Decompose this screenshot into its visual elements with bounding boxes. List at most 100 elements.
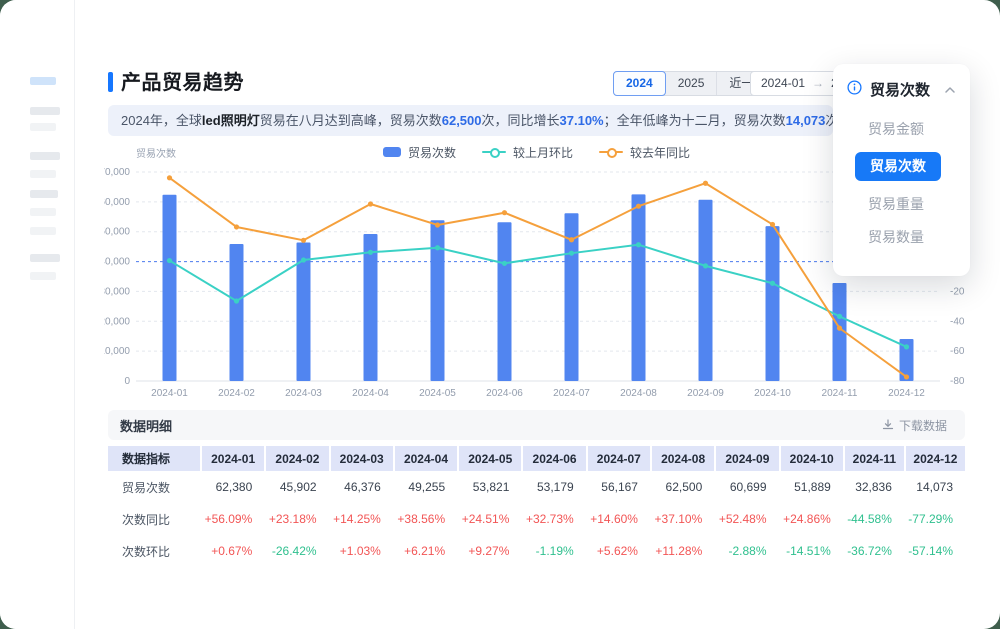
- metric-option-0[interactable]: 贸易金额: [868, 119, 956, 139]
- legend-bar-swatch: [383, 147, 401, 157]
- svg-text:20,000: 20,000: [104, 316, 130, 327]
- time-tab-0[interactable]: 2024: [613, 71, 666, 96]
- legend-label: 较去年同比: [630, 144, 690, 161]
- table-cell: -2.88%: [714, 535, 778, 567]
- sidebar-item-1[interactable]: [30, 107, 60, 115]
- date-range-start: 2024-01: [761, 72, 805, 95]
- selected-metric-label: 贸易次数: [870, 79, 930, 100]
- table-cell: 62,380: [200, 471, 264, 503]
- table-cell: 60,699: [714, 471, 778, 503]
- legend-line-swatch: [599, 151, 623, 153]
- table-cell: +14.25%: [329, 503, 393, 535]
- table-cell: 14,073: [904, 471, 965, 503]
- metric-option-3[interactable]: 贸易数量: [868, 227, 956, 247]
- data-table-section: 数据明细 下载数据 数据指标2024-012024-022024-032024-…: [108, 410, 965, 567]
- legend-item-0[interactable]: 贸易次数: [383, 144, 456, 161]
- svg-text:2024-11: 2024-11: [822, 388, 858, 399]
- table-cell: +14.60%: [586, 503, 650, 535]
- table-column-header: 2024-03: [329, 446, 393, 471]
- svg-text:2024-04: 2024-04: [352, 388, 389, 399]
- table-column-header: 2024-10: [779, 446, 843, 471]
- table-column-header: 2024-07: [586, 446, 650, 471]
- table-body: 贸易次数62,38045,90246,37649,25553,82153,179…: [108, 471, 965, 567]
- table-cell: 32,836: [843, 471, 904, 503]
- table-cell: 46,376: [329, 471, 393, 503]
- sidebar-item-4[interactable]: [30, 170, 56, 178]
- svg-text:60,000: 60,000: [104, 197, 130, 208]
- table-row: 贸易次数62,38045,90246,37649,25553,82153,179…: [108, 471, 965, 503]
- table-row-label: 次数环比: [108, 535, 200, 567]
- sidebar-item-8[interactable]: [30, 254, 60, 262]
- table-cell: -77.29%: [904, 503, 965, 535]
- table-cell: -57.14%: [904, 535, 965, 567]
- svg-text:2024-12: 2024-12: [888, 388, 925, 399]
- table-cell: 56,167: [586, 471, 650, 503]
- table-cell: +0.67%: [200, 535, 264, 567]
- svg-text:50,000: 50,000: [104, 227, 130, 238]
- table-row: 次数环比+0.67%-26.42%+1.03%+6.21%+9.27%-1.19…: [108, 535, 965, 567]
- sidebar-item-3[interactable]: [30, 152, 60, 160]
- table-head: 数据指标2024-012024-022024-032024-042024-052…: [108, 446, 965, 471]
- svg-text:2024-07: 2024-07: [553, 388, 590, 399]
- arrow-right-icon: →: [812, 72, 824, 95]
- svg-text:2024-05: 2024-05: [419, 388, 456, 399]
- legend-item-2[interactable]: 较去年同比: [599, 144, 690, 161]
- summary-text-segment: ；全年低峰为十二月，贸易次数: [604, 113, 786, 128]
- summary-text-segment: led照明灯: [202, 113, 260, 128]
- metric-dropdown-panel: 贸易次数 贸易金额贸易次数贸易重量贸易数量: [833, 64, 970, 276]
- table-column-header: 数据指标: [108, 446, 200, 471]
- svg-text:2024-06: 2024-06: [486, 388, 523, 399]
- table-cell: +1.03%: [329, 535, 393, 567]
- svg-text:2024-09: 2024-09: [687, 388, 724, 399]
- svg-text:-80: -80: [950, 376, 965, 387]
- sidebar-item-6[interactable]: [30, 208, 56, 216]
- table-column-header: 2024-04: [393, 446, 457, 471]
- table-cell: -26.42%: [264, 535, 328, 567]
- svg-text:2024-08: 2024-08: [620, 388, 657, 399]
- table-cell: +24.51%: [457, 503, 521, 535]
- sidebar-item-5[interactable]: [30, 190, 58, 198]
- metric-dropdown-header[interactable]: 贸易次数: [833, 64, 970, 106]
- svg-text:-40: -40: [950, 316, 965, 327]
- metric-option-1[interactable]: 贸易次数: [855, 152, 941, 181]
- metric-option-2[interactable]: 贸易重量: [868, 194, 956, 214]
- table-cell: -44.58%: [843, 503, 904, 535]
- svg-text:10,000: 10,000: [104, 346, 130, 357]
- summary-text-segment: 37.10%: [560, 113, 604, 128]
- app-window: 产品贸易趋势 20242025近一年 2024-01 → 202 2024年，全…: [0, 0, 1000, 629]
- table-cell: +23.18%: [264, 503, 328, 535]
- summary-text-segment: 2024年，全球: [121, 113, 202, 128]
- sidebar-item-7[interactable]: [30, 227, 56, 235]
- table-row: 次数同比+56.09%+23.18%+14.25%+38.56%+24.51%+…: [108, 503, 965, 535]
- page-title: 产品贸易趋势: [121, 66, 244, 95]
- table-header-bar: 数据明细 下载数据: [108, 410, 965, 440]
- table-column-header: 2024-11: [843, 446, 904, 471]
- table-cell: +38.56%: [393, 503, 457, 535]
- table-column-header: 2024-02: [264, 446, 328, 471]
- table-cell: 45,902: [264, 471, 328, 503]
- svg-text:0: 0: [124, 376, 130, 387]
- svg-text:2024-02: 2024-02: [218, 388, 255, 399]
- summary-text-segment: 贸易在八月达到高峰，贸易次数: [260, 113, 442, 128]
- sidebar-item-9[interactable]: [30, 272, 56, 280]
- summary-text-segment: 62,500: [442, 113, 482, 128]
- sidebar-item-0[interactable]: [30, 77, 56, 85]
- legend-label: 贸易次数: [408, 144, 456, 161]
- summary-banner: 2024年，全球led照明灯贸易在八月达到高峰，贸易次数62,500次，同比增长…: [108, 105, 833, 136]
- table-cell: -14.51%: [779, 535, 843, 567]
- table-column-header: 2024-01: [200, 446, 264, 471]
- download-data-button[interactable]: 下载数据: [876, 416, 953, 435]
- legend-item-1[interactable]: 较上月环比: [482, 144, 573, 161]
- sidebar-item-2[interactable]: [30, 123, 56, 131]
- summary-text-segment: 次，同比增长: [482, 113, 560, 128]
- svg-text:30,000: 30,000: [104, 286, 130, 297]
- table-column-header: 2024-06: [521, 446, 585, 471]
- time-tab-1[interactable]: 2025: [666, 72, 718, 95]
- svg-text:2024-10: 2024-10: [754, 388, 791, 399]
- legend-circle-icon: [490, 148, 500, 158]
- svg-text:-60: -60: [950, 346, 965, 357]
- table-cell: -36.72%: [843, 535, 904, 567]
- table-cell: +52.48%: [714, 503, 778, 535]
- table-cell: +5.62%: [586, 535, 650, 567]
- data-table: 数据指标2024-012024-022024-032024-042024-052…: [108, 446, 965, 567]
